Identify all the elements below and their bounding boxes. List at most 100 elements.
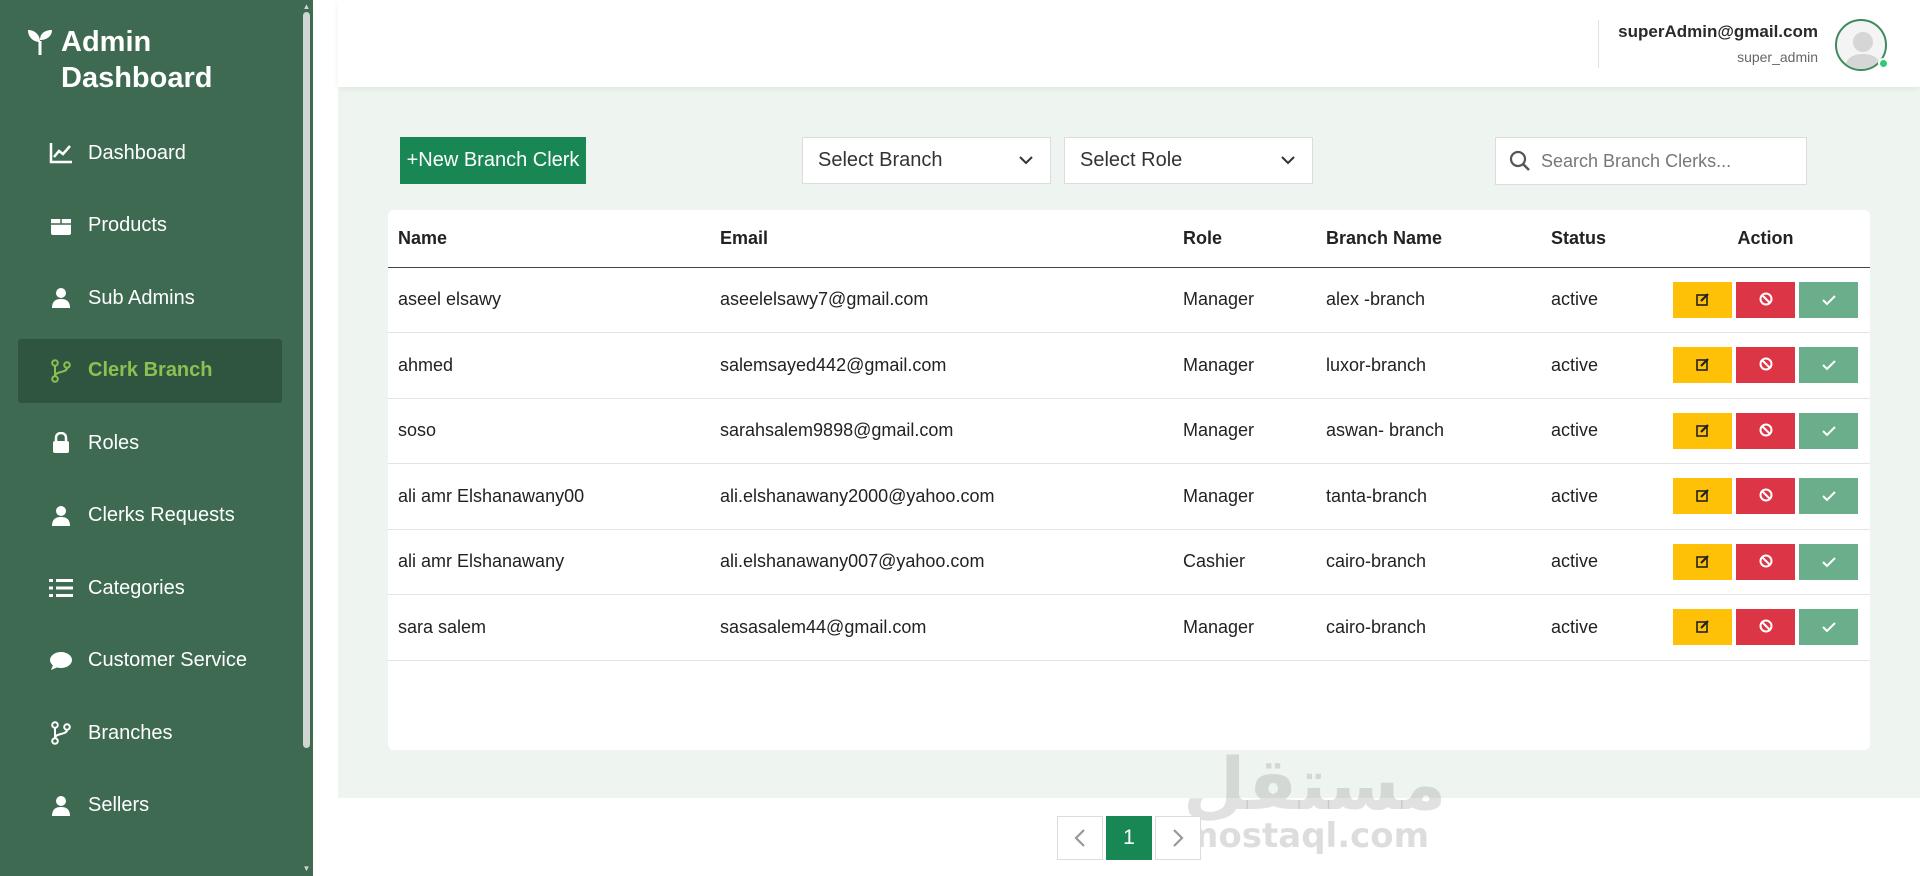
online-status-dot	[1878, 58, 1889, 69]
sidebar-item-label: Clerk Branch	[88, 359, 213, 381]
sidebar-item-clerks-requests[interactable]: Clerks Requests	[18, 484, 282, 548]
approve-button[interactable]	[1799, 281, 1858, 318]
column-header-email[interactable]: Email	[710, 210, 1173, 268]
block-button[interactable]	[1736, 412, 1795, 449]
column-header-status[interactable]: Status	[1541, 210, 1661, 268]
branch-select[interactable]: Select Branch	[802, 137, 1051, 184]
pagination-next[interactable]	[1155, 816, 1201, 860]
table-row: sara salem sasasalem44@gmail.com Manager…	[388, 594, 1870, 661]
edit-icon	[1695, 554, 1709, 568]
edit-button[interactable]	[1673, 478, 1732, 515]
sidebar-item-dashboard[interactable]: Dashboard	[18, 121, 282, 185]
edit-icon	[1695, 423, 1709, 437]
pagination-prev[interactable]	[1057, 816, 1103, 860]
cell-status: active	[1541, 529, 1661, 595]
approve-button[interactable]	[1799, 478, 1858, 515]
box-icon	[48, 213, 74, 239]
user-role: super_admin	[1737, 49, 1818, 65]
edit-button[interactable]	[1673, 281, 1732, 318]
column-header-name[interactable]: Name	[388, 210, 710, 268]
pagination-page[interactable]: 1	[1106, 816, 1152, 860]
sidebar-item-products[interactable]: Products	[18, 194, 282, 258]
ban-icon	[1759, 423, 1772, 437]
check-icon	[1821, 622, 1836, 633]
topbar-divider	[1598, 20, 1599, 68]
sidebar-item-categories[interactable]: Categories	[18, 556, 282, 620]
ban-icon	[1759, 488, 1772, 502]
role-select-value: Select Role	[1080, 149, 1183, 171]
table-row: ahmed salemsayed442@gmail.com Manager lu…	[388, 332, 1870, 399]
approve-button[interactable]	[1799, 412, 1858, 449]
sidebar-item-clerk-branch[interactable]: Clerk Branch	[18, 338, 282, 403]
ban-icon	[1759, 292, 1772, 306]
sidebar-item-label: Sub Admins	[88, 286, 195, 309]
block-button[interactable]	[1736, 609, 1795, 646]
cell-email: salemsayed442@gmail.com	[710, 332, 1173, 399]
column-header-role[interactable]: Role	[1173, 210, 1316, 268]
cell-status: active	[1541, 463, 1661, 530]
role-select[interactable]: Select Role	[1064, 137, 1313, 184]
chevron-down-icon	[1281, 156, 1295, 165]
cell-email: ali.elshanawany2000@yahoo.com	[710, 463, 1173, 530]
user-icon	[48, 503, 74, 529]
sidebar-item-customer-service[interactable]: Customer Service	[18, 629, 282, 693]
scroll-up-icon[interactable]: ▲	[302, 2, 311, 11]
cell-email: ali.elshanawany007@yahoo.com	[710, 529, 1173, 595]
cell-branch: cairo-branch	[1316, 594, 1541, 661]
approve-button[interactable]	[1799, 609, 1858, 646]
chevron-down-icon	[1019, 156, 1033, 165]
table-row: soso sarahsalem9898@gmail.com Manager as…	[388, 398, 1870, 464]
edit-icon	[1695, 358, 1709, 372]
main-area: superAdmin@gmail.com super_admin +New Br…	[338, 0, 1920, 876]
block-button[interactable]	[1736, 543, 1795, 580]
brand[interactable]: Admin Dashboard	[25, 24, 261, 96]
sidebar-item-sub-admins[interactable]: Sub Admins	[18, 266, 282, 330]
new-branch-clerk-button[interactable]: +New Branch Clerk	[400, 137, 586, 184]
cell-role: Manager	[1173, 267, 1316, 333]
cell-status: active	[1541, 332, 1661, 399]
block-button[interactable]	[1736, 347, 1795, 384]
approve-button[interactable]	[1799, 347, 1858, 384]
cell-actions	[1661, 463, 1870, 530]
cell-actions	[1661, 594, 1870, 661]
block-button[interactable]	[1736, 281, 1795, 318]
cell-name: ali amr Elshanawany	[388, 529, 710, 595]
sidebar-item-roles[interactable]: Roles	[18, 411, 282, 475]
check-icon	[1821, 360, 1836, 371]
clerks-table-card: Name Email Role Branch Name Status Actio…	[388, 210, 1870, 750]
cell-email: sarahsalem9898@gmail.com	[710, 398, 1173, 464]
watermark-latin: mostaql.com	[1183, 816, 1430, 856]
sidebar-scrollbar-thumb[interactable]	[303, 12, 310, 748]
check-icon	[1821, 557, 1836, 568]
cell-status: active	[1541, 398, 1661, 464]
edit-button[interactable]	[1673, 347, 1732, 384]
brand-title: Admin Dashboard	[61, 26, 213, 94]
sidebar-item-sellers[interactable]: Sellers	[18, 774, 282, 838]
ban-icon	[1759, 357, 1772, 371]
sidebar-item-branches[interactable]: Branches	[18, 701, 282, 765]
table-row: aseel elsawy aseelelsawy7@gmail.com Mana…	[388, 267, 1870, 333]
table-row: ali amr Elshanawany ali.elshanawany007@y…	[388, 529, 1870, 595]
approve-button[interactable]	[1799, 543, 1858, 580]
cell-branch: tanta-branch	[1316, 463, 1541, 530]
edit-icon	[1695, 292, 1709, 306]
cell-email: aseelelsawy7@gmail.com	[710, 267, 1173, 333]
cell-status: active	[1541, 267, 1661, 333]
clerks-table: Name Email Role Branch Name Status Actio…	[388, 210, 1870, 661]
cell-actions	[1661, 398, 1870, 464]
edit-button[interactable]	[1673, 543, 1732, 580]
edit-button[interactable]	[1673, 412, 1732, 449]
block-button[interactable]	[1736, 478, 1795, 515]
search-box[interactable]	[1495, 137, 1807, 185]
cell-actions	[1661, 529, 1870, 595]
cell-name: soso	[388, 398, 710, 464]
column-header-branch-name[interactable]: Branch Name	[1316, 210, 1541, 268]
ban-icon	[1759, 619, 1772, 633]
cell-role: Manager	[1173, 398, 1316, 464]
chevron-right-icon	[1173, 829, 1184, 847]
cell-name: aseel elsawy	[388, 267, 710, 333]
search-input[interactable]	[1541, 150, 1791, 172]
scroll-down-icon[interactable]: ▼	[302, 864, 311, 873]
cell-name: sara salem	[388, 594, 710, 661]
edit-button[interactable]	[1673, 609, 1732, 646]
